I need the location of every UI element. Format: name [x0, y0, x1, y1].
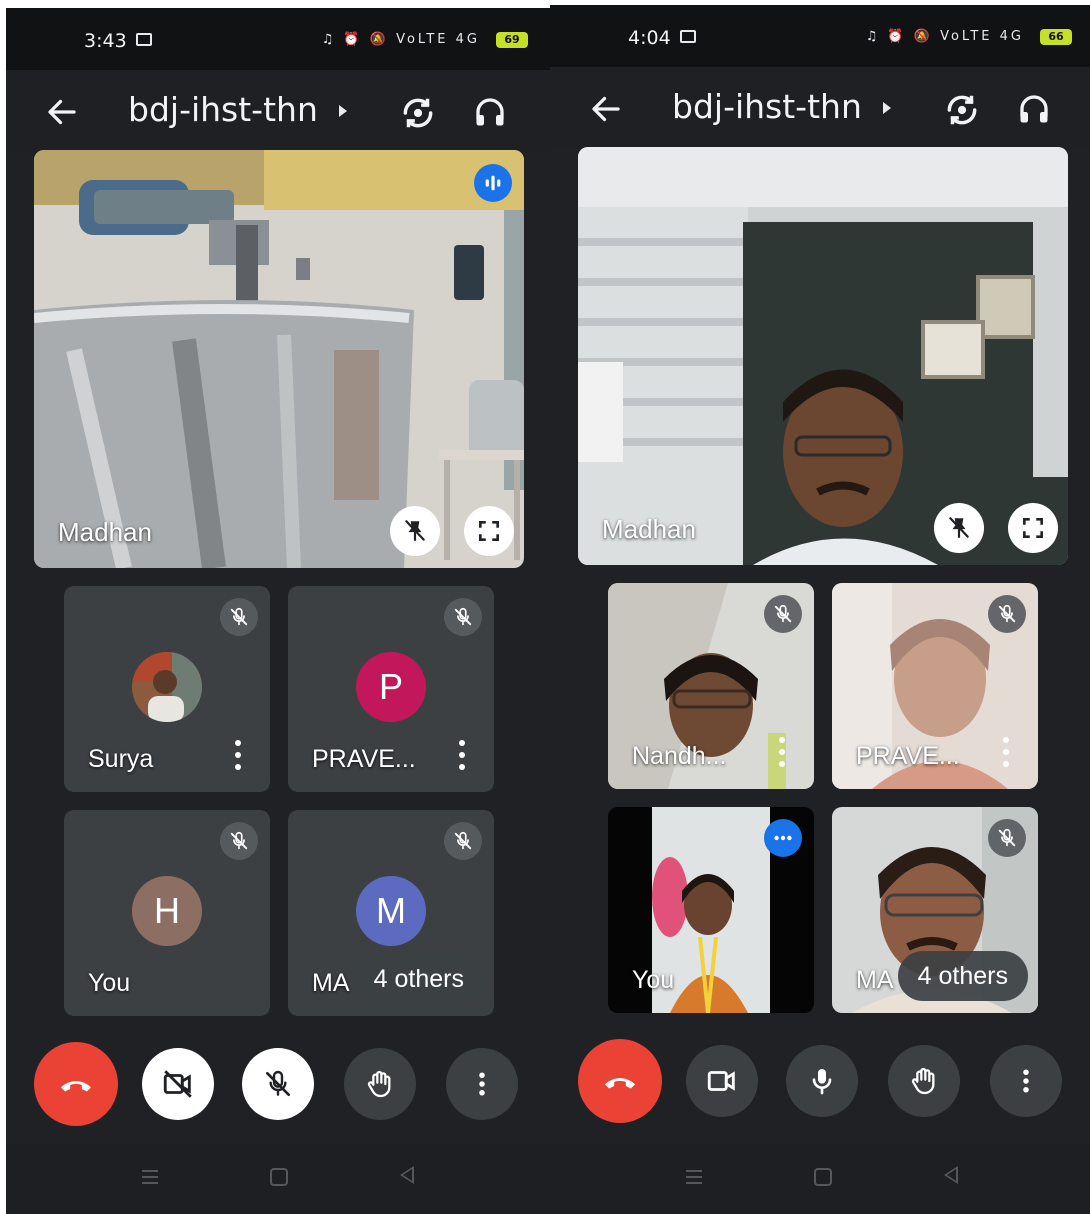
avatar: M — [356, 876, 426, 946]
call-controls — [550, 1039, 1090, 1129]
status-indicators: ♫ ⏰ 🔕 VoLTE 4G — [865, 29, 1024, 44]
call-end-icon[interactable] — [578, 1039, 662, 1123]
avatar-photo — [132, 652, 202, 722]
mic-off-icon — [220, 598, 258, 636]
participant-name: You — [632, 966, 675, 994]
battery-icon: 69 — [496, 32, 528, 48]
mic-off-icon — [444, 598, 482, 636]
participant-tile-you[interactable]: You — [608, 807, 814, 1013]
audio-level-icon — [474, 164, 512, 202]
participant-tile-surya[interactable]: Surya — [64, 586, 270, 792]
more-vert-icon[interactable] — [990, 1045, 1062, 1117]
battery-icon: 66 — [1040, 29, 1072, 45]
status-time: 4:04 — [628, 27, 671, 49]
system-nav-bar — [6, 1144, 550, 1214]
mic-off-icon — [444, 822, 482, 860]
participant-tile-you[interactable]: H You — [64, 810, 270, 1016]
participant-name: You — [88, 969, 131, 997]
headphones-icon[interactable] — [472, 94, 508, 130]
video-off-icon[interactable] — [142, 1048, 214, 1120]
pin-off-icon[interactable] — [390, 506, 440, 556]
home-icon[interactable] — [270, 1168, 288, 1186]
others-count-chip[interactable]: 4 others — [897, 951, 1028, 1001]
more-vert-icon[interactable] — [1002, 737, 1010, 767]
menu-icon[interactable] — [141, 1168, 159, 1186]
status-bar: 3:43 ♫ ⏰ 🔕 VoLTE 4G 69 — [6, 8, 550, 70]
main-participant-name: Madhan — [602, 514, 696, 544]
participant-tile-prave[interactable]: P PRAVE... — [288, 586, 494, 792]
arrow-left-icon[interactable] — [44, 94, 80, 130]
arrow-left-icon[interactable] — [588, 91, 624, 127]
participant-tile-others[interactable]: MA 4 others — [832, 807, 1038, 1013]
video-feed-kitchen-mixer — [34, 150, 524, 568]
back-triangle-icon[interactable] — [944, 1166, 958, 1184]
camera-flip-icon[interactable] — [943, 91, 981, 129]
headphones-icon[interactable] — [1016, 91, 1052, 127]
menu-icon[interactable] — [685, 1168, 703, 1186]
status-indicators: ♫ ⏰ 🔕 VoLTE 4G — [321, 32, 480, 47]
mic-off-icon — [988, 819, 1026, 857]
others-count-chip[interactable]: 4 others — [353, 954, 484, 1004]
main-video-tile[interactable]: Madhan — [578, 147, 1068, 565]
cast-icon — [136, 33, 152, 46]
mic-off-icon — [988, 595, 1026, 633]
participant-name: PRAVE... — [856, 742, 960, 770]
fullscreen-icon[interactable] — [464, 506, 514, 556]
main-participant-name: Madhan — [58, 517, 152, 547]
meeting-code[interactable]: bdj-ihst-thn — [672, 87, 862, 126]
status-bar: 4:04 ♫ ⏰ 🔕 VoLTE 4G 66 — [550, 5, 1090, 67]
camera-flip-icon[interactable] — [399, 94, 437, 132]
participant-name: Nandh... — [632, 742, 727, 770]
more-vert-icon[interactable] — [458, 740, 466, 770]
status-time: 3:43 — [84, 30, 127, 52]
chevron-right-icon[interactable] — [883, 102, 891, 114]
mic-off-icon — [764, 595, 802, 633]
participant-name: PRAVE... — [312, 745, 416, 773]
participant-name: MA — [312, 969, 350, 997]
main-video-tile[interactable]: Madhan — [34, 150, 524, 568]
more-vert-icon[interactable] — [234, 740, 242, 770]
raise-hand-icon[interactable] — [888, 1045, 960, 1117]
more-vert-icon[interactable] — [446, 1048, 518, 1120]
back-triangle-icon[interactable] — [400, 1166, 414, 1184]
meeting-header: bdj-ihst-thn — [6, 70, 550, 152]
call-end-icon[interactable] — [34, 1042, 118, 1126]
more-vert-icon[interactable] — [778, 737, 786, 767]
fullscreen-icon[interactable] — [1008, 503, 1058, 553]
call-screen-right: 4:04 ♫ ⏰ 🔕 VoLTE 4G 66 bdj-ihst-thn Madh… — [550, 5, 1090, 1214]
mic-icon[interactable] — [786, 1045, 858, 1117]
participant-tile-nandh[interactable]: Nandh... — [608, 583, 814, 789]
mic-off-icon[interactable] — [242, 1048, 314, 1120]
chevron-right-icon[interactable] — [339, 105, 347, 117]
meeting-code[interactable]: bdj-ihst-thn — [128, 90, 318, 129]
home-icon[interactable] — [814, 1168, 832, 1186]
avatar: H — [132, 876, 202, 946]
audio-level-icon — [764, 819, 802, 857]
avatar: P — [356, 652, 426, 722]
participant-tile-prave[interactable]: PRAVE... — [832, 583, 1038, 789]
call-controls — [6, 1042, 550, 1132]
video-icon[interactable] — [686, 1045, 758, 1117]
cast-icon — [680, 30, 696, 43]
meeting-header: bdj-ihst-thn — [550, 67, 1090, 149]
pin-off-icon[interactable] — [934, 503, 984, 553]
participant-name: Surya — [88, 745, 154, 773]
participant-name: MA — [856, 966, 894, 994]
mic-off-icon — [220, 822, 258, 860]
video-feed-man-office — [578, 147, 1068, 565]
raise-hand-icon[interactable] — [344, 1048, 416, 1120]
system-nav-bar — [550, 1144, 1090, 1214]
participant-tile-others[interactable]: M MA 4 others — [288, 810, 494, 1016]
call-screen-left: 3:43 ♫ ⏰ 🔕 VoLTE 4G 69 bdj-ihst-thn Madh… — [6, 8, 550, 1214]
